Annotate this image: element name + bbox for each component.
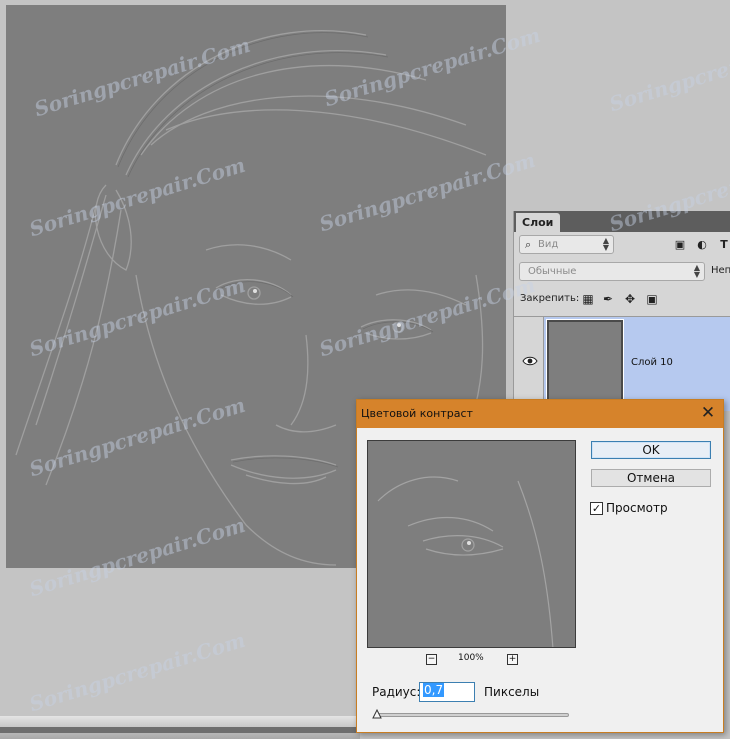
filter-preview[interactable] [367, 440, 576, 648]
zoom-out-button[interactable]: − [426, 654, 437, 665]
chevron-updown-icon: ▲ ▼ [693, 263, 700, 279]
radius-slider-track[interactable] [377, 713, 569, 717]
preview-checkbox-label[interactable]: Просмотр [606, 501, 668, 515]
horizontal-scrollbar[interactable] [0, 727, 360, 733]
tab-layers[interactable]: Слои [516, 213, 560, 232]
preview-image [377, 476, 554, 647]
zoom-in-button[interactable]: + [507, 654, 518, 665]
adjustment-filter-icon[interactable]: ◐ [695, 238, 709, 252]
color-contrast-dialog: Цветовой контраст ✕ − 100% + OK Отмена ✓ [356, 399, 724, 733]
ok-button[interactable]: OK [591, 441, 711, 459]
lock-transparent-pixels-icon[interactable]: ▦ [581, 292, 595, 306]
lock-all-icon[interactable]: ▣ [645, 292, 659, 306]
cancel-button[interactable]: Отмена [591, 469, 711, 487]
radius-unit: Пикселы [484, 685, 540, 699]
opacity-label: Непр [711, 265, 730, 276]
watermark-text: Soringpcrepair.Com [26, 627, 249, 717]
layer-name[interactable]: Слой 10 [631, 357, 673, 368]
photoshop-workspace: Слои ⌕ Вид ▲▼ ▣ ◐ T Обычные ▲▼ Непр Закр… [0, 0, 730, 739]
search-icon: ⌕ [525, 238, 532, 251]
preview-checkbox[interactable]: ✓ [590, 502, 603, 515]
blend-mode-select[interactable]: Обычные ▲ ▼ [519, 262, 705, 281]
lock-position-icon[interactable]: ✥ [623, 292, 637, 306]
layer-thumbnail[interactable] [546, 319, 624, 411]
eye-icon[interactable] [522, 355, 538, 367]
lock-image-pixels-icon[interactable]: ✒ [601, 292, 615, 306]
radius-slider-thumb[interactable] [372, 708, 382, 719]
type-filter-icon[interactable]: T [717, 238, 730, 252]
zoom-level: 100% [458, 653, 484, 663]
watermark-text: Soringpcrepair.Com [606, 27, 730, 117]
radius-input[interactable]: 0,7 [419, 682, 475, 702]
blend-mode-value: Обычные [528, 266, 577, 277]
radius-label: Радиус: [372, 685, 421, 699]
lock-label: Закрепить: [520, 293, 580, 304]
layer-filter-value: Вид [538, 239, 559, 250]
close-icon[interactable]: ✕ [699, 404, 717, 422]
layer-filter-select[interactable]: ⌕ Вид ▲ ▼ [519, 235, 614, 254]
radius-value: 0,7 [423, 683, 445, 697]
dialog-title: Цветовой контраст [361, 407, 473, 420]
layers-tabbar: Слои [514, 211, 730, 232]
dialog-titlebar[interactable]: Цветовой контраст ✕ [357, 400, 723, 428]
layer-row[interactable]: Слой 10 [514, 316, 730, 412]
image-filter-icon[interactable]: ▣ [673, 238, 687, 252]
document-scrollbar-area [0, 716, 360, 739]
chevron-updown-icon: ▲ ▼ [602, 236, 609, 252]
layers-panel: Слои ⌕ Вид ▲▼ ▣ ◐ T Обычные ▲▼ Непр Закр… [513, 211, 730, 412]
